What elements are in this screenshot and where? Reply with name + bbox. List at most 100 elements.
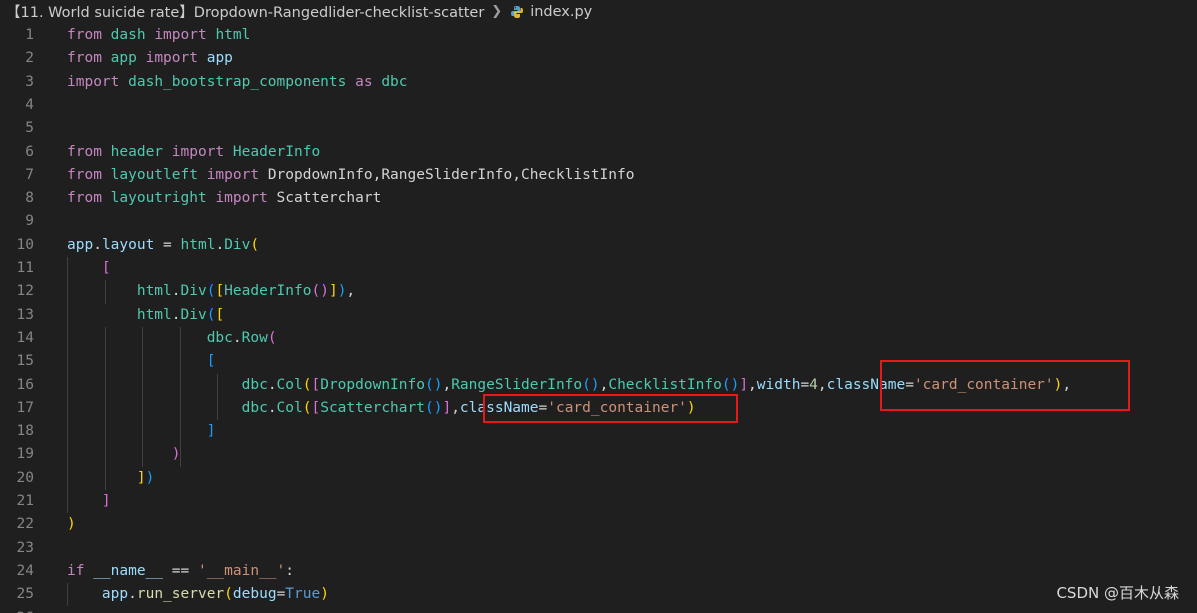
indent-guide [67,583,68,607]
code-token: layoutright [110,190,207,207]
code-token: () [424,376,443,393]
code-token: layoutleft [110,166,198,183]
code-token: = [800,376,810,393]
code-text: [ [67,257,111,280]
code-text: html.Div([ [67,304,224,327]
code-token: ) [67,516,76,533]
watermark: CSDN @百木从森 [1056,584,1179,602]
code-token: HeaderInfo [224,283,312,300]
code-token: , [817,376,827,393]
code-token: ] [136,469,146,486]
code-text: html.Div([HeaderInfo()]), [67,280,355,303]
code-text: ) [67,443,181,466]
code-line: 2 from app import app [0,47,1197,70]
code-line: 3 import dash_bootstrap_components as dbc [0,71,1197,94]
code-token: Scatterchart [276,190,382,207]
code-token: import [215,190,268,207]
code-line: 22) [0,513,1197,536]
code-text: import dash_bootstrap_components as dbc [67,71,408,94]
code-line: 8 from layoutright import Scatterchart [0,187,1197,210]
code-token: html [215,27,251,43]
code-token: [ [215,283,225,300]
code-text: from header import HeaderInfo [67,141,320,164]
code-token: DropdownInfo [320,376,425,393]
code-token: if [67,562,85,579]
code-token: DropdownInfo,RangeSliderInfo,ChecklistIn… [267,166,635,183]
code-token: width [756,376,801,393]
code-token: . [232,329,242,346]
code-line: 20 ]) [0,467,1197,490]
code-token: [ [101,260,111,276]
code-line: 13 html.Div([ [0,304,1197,327]
code-token: import [67,73,120,90]
code-token: [ [215,306,225,323]
code-token: [ [206,353,216,370]
line-number: 6 [25,143,34,160]
breadcrumb-file[interactable]: index.py [530,4,592,20]
code-token: app [101,586,129,603]
code-token: ( [267,329,277,346]
code-token: dbc [206,329,233,346]
code-token: Col [276,376,303,393]
code-token: Col [276,399,303,416]
code-token: True [285,586,321,603]
line-number: 13 [16,306,34,323]
code-token: , [346,283,356,300]
code-token: . [267,399,277,416]
line-number: 26 [0,607,34,613]
code-token: Div [224,236,251,253]
code-token: . [267,376,277,393]
code-text: app.layout = html.Div( [67,234,259,257]
code-token: Row [241,329,268,346]
line-number: 10 [16,236,34,253]
code-token: dbc [241,376,268,393]
chevron-right-icon: ❯ [491,4,503,19]
code-token: app [67,236,94,253]
code-text: from layoutleft import DropdownInfo,Rang… [67,164,634,187]
line-number: 11 [16,260,34,276]
line-number: 20 [16,469,34,486]
code-token: 4 [809,376,818,393]
code-token: import [206,166,260,183]
code-token: from [67,190,102,207]
line-number: 4 [25,96,34,113]
code-token: = [276,586,286,603]
code-token: : [285,562,295,579]
line-number: 19 [16,446,34,463]
code-token: [ [311,399,321,416]
code-token: () [311,283,329,300]
code-token: . [171,283,181,300]
line-number: 21 [16,493,34,509]
code-text: from app import app [67,47,233,70]
code-token: '__main__' [197,562,286,579]
code-line: 9 [0,210,1197,233]
code-token: ChecklistInfo [608,376,722,393]
code-token: import [154,27,207,43]
code-token: ] [442,399,452,416]
code-line: 21 ] [0,490,1197,513]
code-text: ) [67,513,76,536]
code-token: html [136,306,172,323]
code-token: . [215,236,225,253]
code-token: header [110,143,164,160]
line-number: 7 [25,166,34,183]
code-editor[interactable]: 1 from dash import html 2 from app import a… [0,23,1197,613]
code-line: 23 [0,537,1197,560]
code-token: () [424,399,443,416]
highlight-box-line-16 [880,360,1130,411]
breadcrumb-folder[interactable]: 【11. World suicide rate】Dropdown-Rangedl… [6,1,484,22]
